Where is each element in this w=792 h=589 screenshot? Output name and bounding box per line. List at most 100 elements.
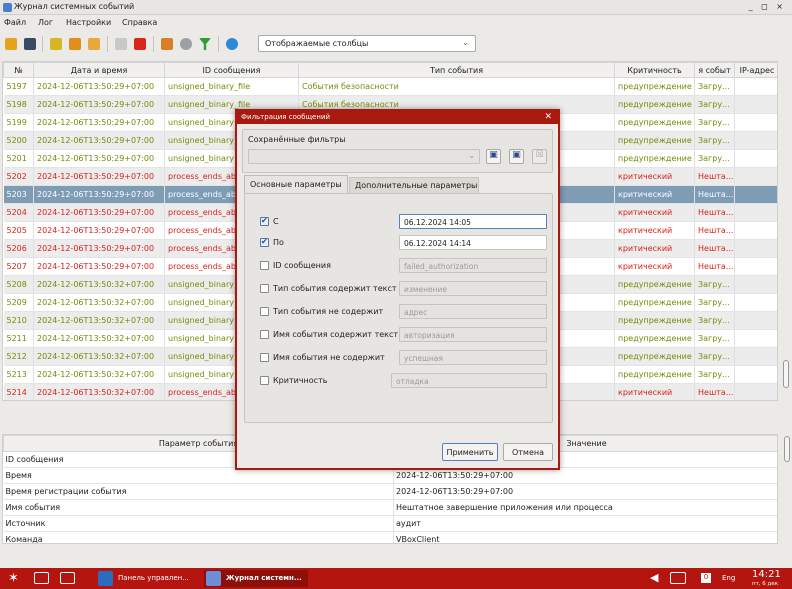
cell-ip — [734, 347, 777, 366]
col-number[interactable]: № — [3, 62, 34, 78]
cell-ip — [734, 95, 777, 114]
message-id-placeholder: failed_authorization — [404, 262, 479, 271]
criticality-checkbox[interactable] — [260, 376, 269, 385]
cell-ip — [734, 149, 777, 168]
saved-filters-select[interactable]: ⌄ — [248, 149, 480, 164]
cell-number: 5204 — [3, 203, 34, 222]
name-contains-checkbox[interactable] — [260, 330, 269, 339]
type-contains-label: Тип события содержит текст — [273, 284, 397, 293]
cell-criticality: критический — [614, 221, 695, 240]
message-id-checkbox[interactable] — [260, 261, 269, 270]
network-icon[interactable] — [670, 572, 686, 584]
details-row[interactable]: Время регистрации события 2024-12-06T13:5… — [3, 483, 777, 500]
clock-date: пт, 6 дек — [752, 581, 779, 587]
cell-event-name: Нешта... — [694, 383, 735, 400]
close-icon[interactable]: ✕ — [544, 112, 552, 122]
menu-help[interactable]: Справка — [122, 18, 157, 27]
columns-select[interactable]: Отображаемые столбцы ⌄ — [258, 35, 476, 52]
toolbar-separator — [153, 36, 154, 52]
clear-icon[interactable] — [161, 38, 173, 50]
file-manager-icon[interactable] — [60, 572, 75, 584]
menu-log[interactable]: Лог — [38, 18, 53, 27]
type-contains-checkbox[interactable] — [260, 284, 269, 293]
col-event-name[interactable]: я событ — [694, 62, 735, 78]
filter-dialog: Фильтрация сообщений ✕ Сохранённые фильт… — [235, 109, 560, 470]
table-row[interactable]: 5197 2024-12-06T13:50:29+07:00 unsigned_bi… — [3, 77, 777, 96]
name-not-contains-input[interactable]: успешная — [399, 350, 547, 365]
event-log-icon — [206, 571, 221, 586]
from-datetime-input[interactable]: 06.12.2024 14:05 — [399, 214, 547, 229]
table-scrollbar[interactable] — [783, 360, 789, 388]
cell-datetime: 2024-12-06T13:50:32+07:00 — [33, 365, 165, 384]
cell-datetime: 2024-12-06T13:50:29+07:00 — [33, 257, 165, 276]
details-scrollbar[interactable] — [784, 436, 790, 462]
detail-value: VBoxClient — [393, 531, 777, 543]
to-label: По — [273, 238, 284, 247]
col-ip-address[interactable]: IP-адрес — [734, 62, 777, 78]
menu-file[interactable]: Файл — [4, 18, 26, 27]
cell-datetime: 2024-12-06T13:50:29+07:00 — [33, 185, 165, 204]
taskbar: ✶ Панель управлен... Журнал системн... ◀… — [0, 568, 792, 589]
taskbar-item-event-log[interactable]: Журнал системн... — [204, 570, 308, 587]
desktop-icon[interactable] — [34, 572, 49, 584]
cell-criticality: критический — [614, 185, 695, 204]
volume-icon[interactable]: ◀ — [650, 571, 658, 584]
details-row[interactable]: Источник аудит — [3, 515, 777, 532]
save-filter-icon[interactable]: ▣ — [486, 149, 501, 164]
cell-datetime: 2024-12-06T13:50:32+07:00 — [33, 275, 165, 294]
taskbar-item-control-panel[interactable]: Панель управлен... — [96, 570, 198, 587]
refresh-icon[interactable] — [180, 38, 192, 50]
info-icon[interactable] — [226, 38, 238, 50]
message-id-label: ID сообщения — [273, 261, 331, 270]
cell-datetime: 2024-12-06T13:50:29+07:00 — [33, 167, 165, 186]
type-not-contains-input[interactable]: адрес — [399, 304, 547, 319]
tab-main[interactable]: Основные параметры — [244, 175, 348, 193]
to-checkbox[interactable] — [260, 237, 269, 247]
cell-event-name: Загру... — [694, 77, 735, 96]
menu-settings[interactable]: Настройки — [66, 18, 111, 27]
detail-parameter: Источник — [3, 515, 394, 532]
col-event-type[interactable]: Тип события — [298, 62, 615, 78]
window-titlebar: Журнал системных событий _ ◻ × — [0, 0, 792, 15]
criticality-select[interactable]: отладка — [391, 373, 547, 388]
cell-datetime: 2024-12-06T13:50:32+07:00 — [33, 311, 165, 330]
from-checkbox[interactable] — [260, 216, 269, 226]
start-menu-icon[interactable]: ✶ — [8, 571, 19, 586]
window-controls[interactable]: _ ◻ × — [749, 2, 786, 11]
stop-icon[interactable] — [134, 38, 146, 50]
message-id-input[interactable]: failed_authorization — [399, 258, 547, 273]
save-as-filter-icon[interactable]: ▣ — [509, 149, 524, 164]
delete-filter-icon[interactable]: ☒ — [532, 149, 547, 164]
notification-badge[interactable]: 0 — [701, 573, 711, 583]
apply-button[interactable]: Применить — [442, 443, 498, 461]
col-datetime[interactable]: Дата и время — [33, 62, 165, 78]
app-icon — [3, 3, 12, 12]
type-contains-placeholder: изменение — [404, 285, 448, 294]
type-not-contains-checkbox[interactable] — [260, 307, 269, 316]
cell-event-name: Нешта... — [694, 221, 735, 240]
name-not-contains-checkbox[interactable] — [260, 353, 269, 362]
cell-number: 5201 — [3, 149, 34, 168]
export-icon[interactable] — [88, 38, 100, 50]
play-icon[interactable] — [115, 38, 127, 50]
open-folder-icon[interactable] — [5, 38, 17, 50]
keyboard-layout[interactable]: Eng — [722, 574, 735, 582]
col-criticality[interactable]: Критичность — [614, 62, 695, 78]
filter-icon[interactable] — [199, 38, 211, 50]
import-icon[interactable] — [69, 38, 81, 50]
cell-event-name: Нешта... — [694, 185, 735, 204]
clock-time[interactable]: 14:21 — [752, 569, 781, 580]
col-message-id[interactable]: ID сообщения — [164, 62, 299, 78]
save-icon[interactable] — [24, 38, 36, 50]
dialog-title: Фильтрация сообщений — [241, 113, 331, 121]
details-row[interactable]: Имя события Нештатное завершение приложен… — [3, 499, 777, 516]
cell-ip — [734, 131, 777, 150]
name-contains-input[interactable]: авторизация — [399, 327, 547, 342]
details-row[interactable]: Команда VBoxClient — [3, 531, 777, 543]
tab-additional[interactable]: Дополнительные параметры — [349, 177, 479, 193]
cancel-button[interactable]: Отмена — [503, 443, 553, 461]
type-contains-input[interactable]: изменение — [399, 281, 547, 296]
cell-datetime: 2024-12-06T13:50:32+07:00 — [33, 383, 165, 400]
notebook-icon[interactable] — [50, 38, 62, 50]
to-datetime-input[interactable]: 06.12.2024 14:14 — [399, 235, 547, 250]
